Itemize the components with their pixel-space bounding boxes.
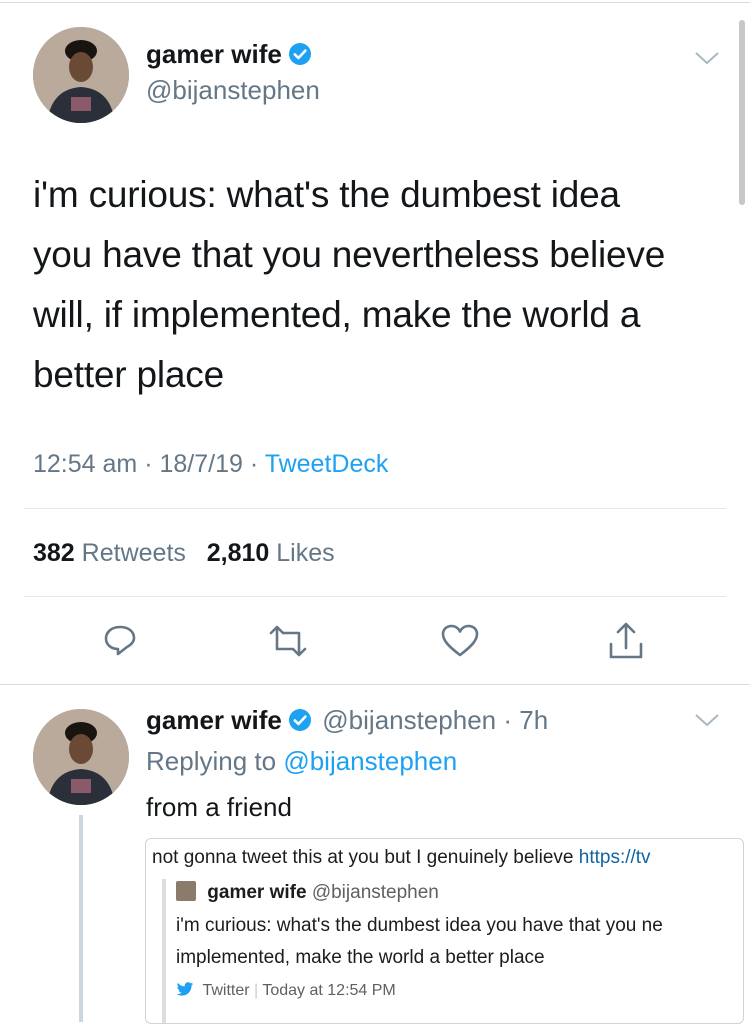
section-divider bbox=[0, 684, 750, 685]
avatar-photo-icon bbox=[33, 27, 129, 123]
chevron-down-icon[interactable] bbox=[694, 50, 720, 73]
quoted-source: Twitter bbox=[202, 982, 250, 999]
retweets-label: Retweets bbox=[81, 539, 186, 567]
avatar[interactable] bbox=[33, 27, 129, 123]
likes-stat[interactable]: 2,810 Likes bbox=[207, 539, 335, 567]
embed-message-text: not gonna tweet this at you but I genuin… bbox=[152, 847, 579, 868]
quoted-text-line: i'm curious: what's the dumbest idea you… bbox=[176, 915, 663, 936]
verified-badge-icon bbox=[288, 42, 312, 71]
quoted-name: gamer wife bbox=[207, 882, 307, 903]
engagement-stats: 382 Retweets 2,810 Likes bbox=[33, 539, 335, 568]
chevron-down-icon[interactable] bbox=[694, 712, 720, 735]
meta-separator: · bbox=[249, 450, 265, 478]
handle[interactable]: @bijanstephen bbox=[146, 75, 320, 106]
reply-author-line[interactable]: gamer wife @bijanstephen · 7h bbox=[146, 705, 548, 737]
quoted-avatar bbox=[176, 881, 196, 901]
tweet-source-link[interactable]: TweetDeck bbox=[265, 450, 389, 478]
meta-separator: · bbox=[144, 450, 160, 478]
quoted-author-line: gamer wife @bijanstephen bbox=[176, 881, 439, 904]
verified-badge-icon bbox=[288, 708, 312, 737]
quoted-footer: Twitter | Today at 12:54 PM bbox=[176, 982, 396, 1002]
embed-line1: not gonna tweet this at you but I genuin… bbox=[152, 847, 651, 869]
divider bbox=[24, 596, 726, 597]
tweet-text-line: you have that you nevertheless believe bbox=[33, 234, 666, 275]
tweet-text-line: will, if implemented, make the world a bbox=[33, 294, 641, 335]
tweet-text-line: i'm curious: what's the dumbest idea bbox=[33, 174, 620, 215]
meta-separator: · bbox=[496, 705, 520, 735]
top-divider bbox=[0, 2, 750, 3]
quote-bar bbox=[162, 879, 166, 1023]
tweet-text: i'm curious: what's the dumbest idea you… bbox=[33, 165, 733, 405]
handle[interactable]: @bijanstephen bbox=[322, 705, 496, 735]
display-name[interactable]: gamer wife bbox=[146, 39, 282, 69]
embed-link: https://tv bbox=[578, 847, 651, 868]
quoted-text-line: implemented, make the world a better pla… bbox=[176, 947, 545, 968]
retweets-count: 382 bbox=[33, 539, 75, 567]
likes-label: Likes bbox=[276, 539, 335, 567]
like-icon[interactable] bbox=[440, 623, 480, 659]
tweet-meta: 12:54 am · 18/7/19 · TweetDeck bbox=[33, 450, 388, 479]
tweet-time: 12:54 am bbox=[33, 450, 138, 478]
avatar-photo-icon bbox=[33, 709, 129, 805]
reply-text: from a friend bbox=[146, 792, 292, 822]
quoted-timestamp: Today at 12:54 PM bbox=[262, 982, 396, 999]
retweet-icon[interactable] bbox=[266, 623, 310, 659]
likes-count: 2,810 bbox=[206, 539, 270, 567]
author-line[interactable]: gamer wife bbox=[146, 39, 312, 73]
reply-icon[interactable] bbox=[101, 621, 139, 659]
tweet-date: 18/7/19 bbox=[159, 450, 243, 478]
embedded-image[interactable]: not gonna tweet this at you but I genuin… bbox=[145, 838, 744, 1024]
divider bbox=[24, 508, 726, 509]
retweets-stat[interactable]: 382 Retweets bbox=[33, 539, 186, 567]
replying-handle-link[interactable]: @bijanstephen bbox=[283, 746, 457, 776]
replying-prefix: Replying to bbox=[146, 746, 277, 776]
replying-to: Replying to @bijanstephen bbox=[146, 746, 457, 777]
quoted-handle: @bijanstephen bbox=[311, 882, 439, 903]
thread-line bbox=[79, 815, 83, 1022]
scrollbar[interactable] bbox=[739, 20, 745, 205]
share-icon[interactable] bbox=[606, 620, 646, 662]
tweet-text-line: better place bbox=[33, 354, 224, 395]
twitter-bird-icon bbox=[176, 982, 194, 1002]
avatar[interactable] bbox=[33, 709, 129, 805]
tweet-age: 7h bbox=[519, 705, 549, 735]
display-name[interactable]: gamer wife bbox=[146, 705, 282, 735]
